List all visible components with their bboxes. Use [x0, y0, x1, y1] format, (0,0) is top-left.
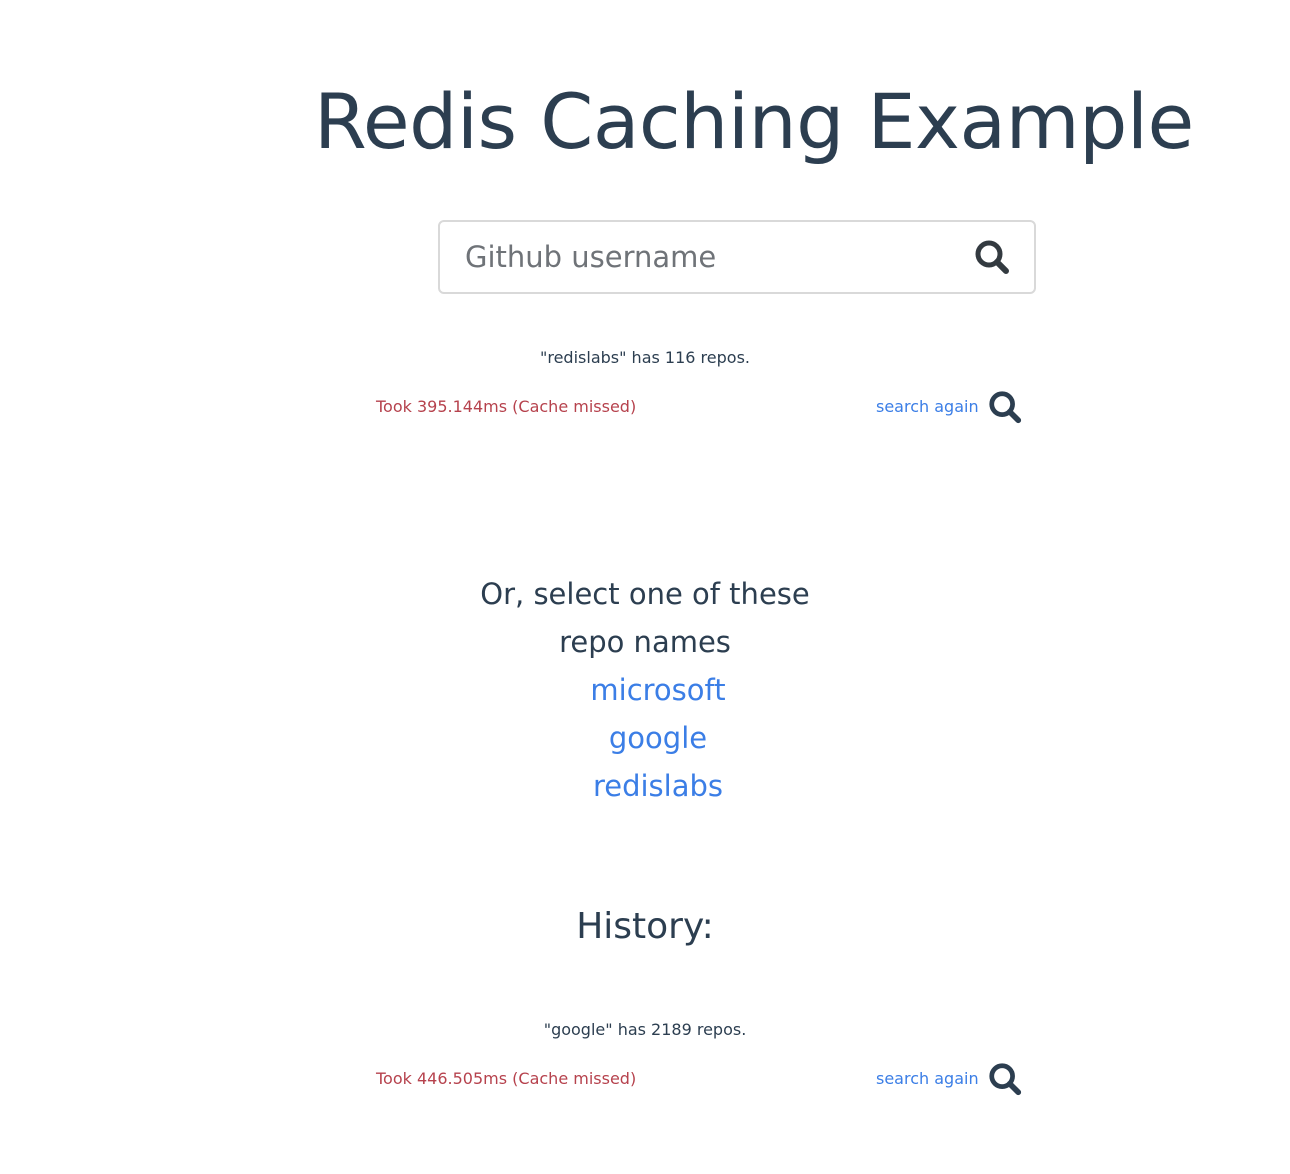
page-title: Redis Caching Example [314, 77, 1194, 166]
result-summary: "redislabs" has 116 repos. [540, 348, 750, 367]
search-icon [988, 391, 1021, 424]
suggestion-text-line-1: Or, select one of these [480, 577, 810, 611]
search-input[interactable] [440, 222, 950, 292]
history-heading: History: [576, 906, 714, 947]
search-again-label: search again [876, 1069, 979, 1088]
history-search-again-link[interactable]: search again [876, 1059, 1023, 1099]
timing-text: Took 395.144ms (Cache missed) [376, 397, 637, 416]
history-entry-summary: "google" has 2189 repos. [543, 1020, 747, 1039]
repo-link-google[interactable]: google [0, 714, 1290, 762]
page: Redis Caching Example "redislabs" has 11… [0, 0, 1290, 1174]
search-box [438, 220, 1036, 294]
search-again-label: search again [876, 397, 979, 416]
search-again-link[interactable]: search again [876, 387, 1023, 427]
history-timing-text: Took 446.505ms (Cache missed) [376, 1069, 637, 1088]
repo-link-redislabs[interactable]: redislabs [0, 762, 1290, 810]
repo-suggestions: Or, select one of these repo names micro… [0, 570, 1290, 810]
search-icon [988, 1063, 1021, 1096]
repo-link-microsoft[interactable]: microsoft [0, 666, 1290, 714]
search-button[interactable] [950, 222, 1034, 292]
suggestion-text-line-2: repo names [559, 625, 731, 659]
search-icon [975, 240, 1009, 274]
